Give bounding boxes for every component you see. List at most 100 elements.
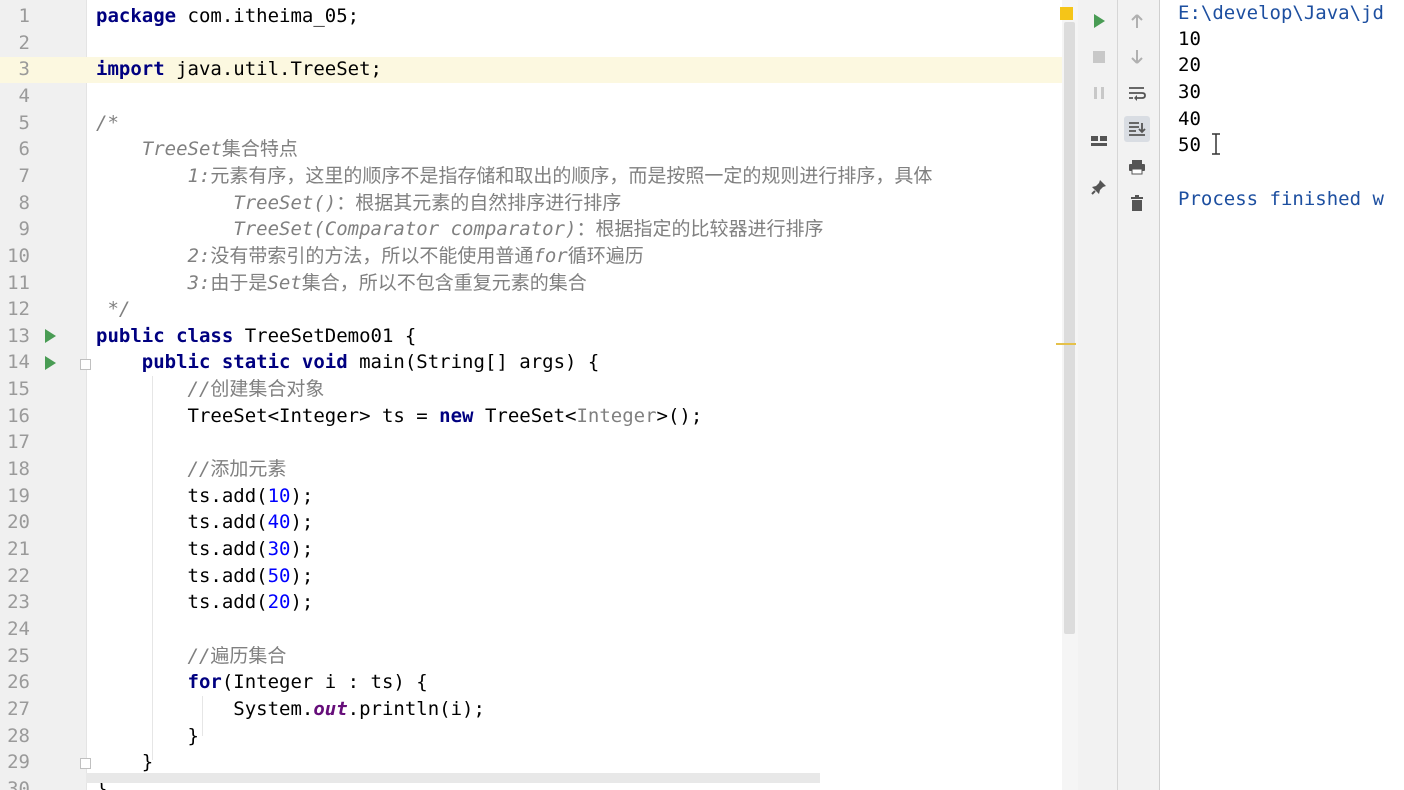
code-line[interactable]: ts.add(20);	[96, 589, 314, 615]
code-line[interactable]: public class TreeSetDemo01 {	[96, 323, 416, 349]
code-token: (Integer i : ts) {	[221, 671, 428, 693]
arrow-up-icon[interactable]	[1124, 8, 1150, 34]
line-number: 14	[7, 351, 30, 373]
line-number: 30	[7, 778, 30, 790]
line-number: 6	[18, 138, 30, 160]
line-number: 1	[18, 5, 30, 27]
code-token: //	[96, 645, 211, 667]
soft-wrap-icon[interactable]	[1124, 80, 1150, 106]
arrow-down-icon[interactable]	[1124, 44, 1150, 70]
code-token: package	[96, 5, 177, 27]
code-token: 循环遍历	[567, 245, 644, 267]
code-token: //	[96, 458, 211, 480]
code-token: 没有带索引的方法，所以不能使用普通	[210, 245, 534, 267]
code-line[interactable]: */	[96, 296, 130, 322]
code-token: TreeSet	[96, 138, 222, 160]
code-line[interactable]: /*	[96, 110, 119, 136]
console-output-line: 50	[1178, 134, 1201, 156]
warning-marker-icon[interactable]	[1060, 7, 1073, 20]
code-line[interactable]: import java.util.TreeSet;	[96, 56, 382, 82]
code-token: );	[290, 565, 314, 587]
pause-icon[interactable]	[1086, 80, 1112, 106]
code-line[interactable]: TreeSet<Integer> ts = new TreeSet<Intege…	[96, 403, 703, 429]
play-icon[interactable]	[1086, 8, 1112, 34]
code-token: }	[96, 751, 154, 773]
scroll-to-end-icon[interactable]	[1124, 116, 1150, 142]
code-line[interactable]: }	[96, 749, 153, 775]
trash-icon[interactable]	[1124, 190, 1150, 216]
pin-icon[interactable]	[1086, 174, 1112, 200]
line-number: 22	[7, 565, 30, 587]
code-token: /*	[96, 112, 119, 134]
fold-icon[interactable]	[80, 359, 91, 370]
code-token: Integer	[576, 405, 657, 427]
code-token: ts.add(	[96, 538, 268, 560]
code-line[interactable]: System.out.println(i);	[96, 696, 485, 722]
code-token: TreeSet<	[473, 405, 577, 427]
stop-icon[interactable]	[1086, 44, 1112, 70]
code-token: TreeSet()	[96, 192, 337, 214]
horizontal-scrollbar[interactable]	[86, 773, 820, 783]
line-number: 25	[7, 645, 30, 667]
scrollbar-thumb[interactable]	[1064, 22, 1075, 634]
layout-icon[interactable]	[1086, 128, 1112, 154]
run-class-icon[interactable]	[45, 329, 56, 343]
console-output-line: 30	[1178, 81, 1201, 103]
line-number: 28	[7, 725, 30, 747]
code-token: 2:	[96, 245, 211, 267]
code-token: );	[290, 591, 314, 613]
code-token: 1:	[96, 165, 211, 187]
code-line[interactable]: ts.add(40);	[96, 509, 314, 535]
code-token: 20	[267, 591, 291, 613]
code-token: 由于是	[210, 272, 268, 294]
code-token: new	[439, 405, 474, 427]
code-line[interactable]: 3:由于是Set集合，所以不包含重复元素的集合	[96, 270, 587, 296]
line-number: 15	[7, 378, 30, 400]
code-token: 集合，所以不包含重复元素的集合	[301, 272, 587, 294]
code-line[interactable]: 1:元素有序，这里的顺序不是指存储和取出的顺序，而是按照一定的规则进行排序，具体	[96, 163, 933, 189]
code-line[interactable]: for(Integer i : ts) {	[96, 669, 428, 695]
code-line[interactable]: //添加元素	[96, 456, 287, 482]
code-token: 添加元素	[210, 458, 287, 480]
code-line[interactable]: ts.add(50);	[96, 563, 314, 589]
fold-icon[interactable]	[80, 758, 91, 769]
code-token: 遍历集合	[210, 645, 287, 667]
line-number: 26	[7, 671, 30, 693]
code-token: out	[313, 698, 348, 720]
code-line[interactable]: 2:没有带索引的方法，所以不能使用普通for循环遍历	[96, 243, 644, 269]
code-token: TreeSetDemo01 {	[233, 325, 417, 347]
code-token: ts.add(	[96, 565, 268, 587]
code-line[interactable]: //遍历集合	[96, 643, 287, 669]
caret-position-marker	[1056, 343, 1076, 345]
code-token: */	[96, 298, 131, 320]
code-token: public class	[96, 325, 234, 347]
code-line[interactable]: package com.itheima_05;	[96, 3, 359, 29]
line-number: 20	[7, 511, 30, 533]
code-token: ：根据其元素的自然排序进行排序	[336, 192, 622, 214]
code-token: 集合特点	[221, 138, 298, 160]
code-line[interactable]: TreeSet(Comparator comparator)：根据指定的比较器进…	[96, 216, 823, 242]
code-line[interactable]: TreeSet集合特点	[96, 136, 298, 162]
code-line[interactable]: //创建集合对象	[96, 376, 325, 402]
indent-guide	[202, 696, 203, 736]
run-main-icon[interactable]	[45, 356, 56, 370]
code-token: );	[290, 511, 314, 533]
code-editor[interactable]: 1 package com.itheima_05; 2 3 import java.ut…	[0, 0, 1078, 790]
line-number: 10	[7, 245, 30, 267]
print-icon[interactable]	[1124, 154, 1150, 180]
code-token: 40	[267, 511, 291, 533]
run-toolbar	[1078, 0, 1160, 790]
line-number: 24	[7, 618, 30, 640]
code-token: 50	[267, 565, 291, 587]
console-command-line: E:\develop\Java\jd	[1178, 2, 1384, 24]
code-token: >();	[656, 405, 703, 427]
run-console[interactable]: E:\develop\Java\jd 10 20 30 40 50 Proces…	[1160, 0, 1404, 790]
code-line[interactable]: ts.add(30);	[96, 536, 314, 562]
code-line[interactable]: ts.add(10);	[96, 483, 314, 509]
code-line[interactable]: }	[96, 723, 199, 749]
code-token: import	[96, 58, 165, 80]
code-line[interactable]: public static void main(String[] args) {	[96, 349, 600, 375]
code-line[interactable]: TreeSet()：根据其元素的自然排序进行排序	[96, 190, 621, 216]
line-number: 3	[18, 58, 30, 80]
